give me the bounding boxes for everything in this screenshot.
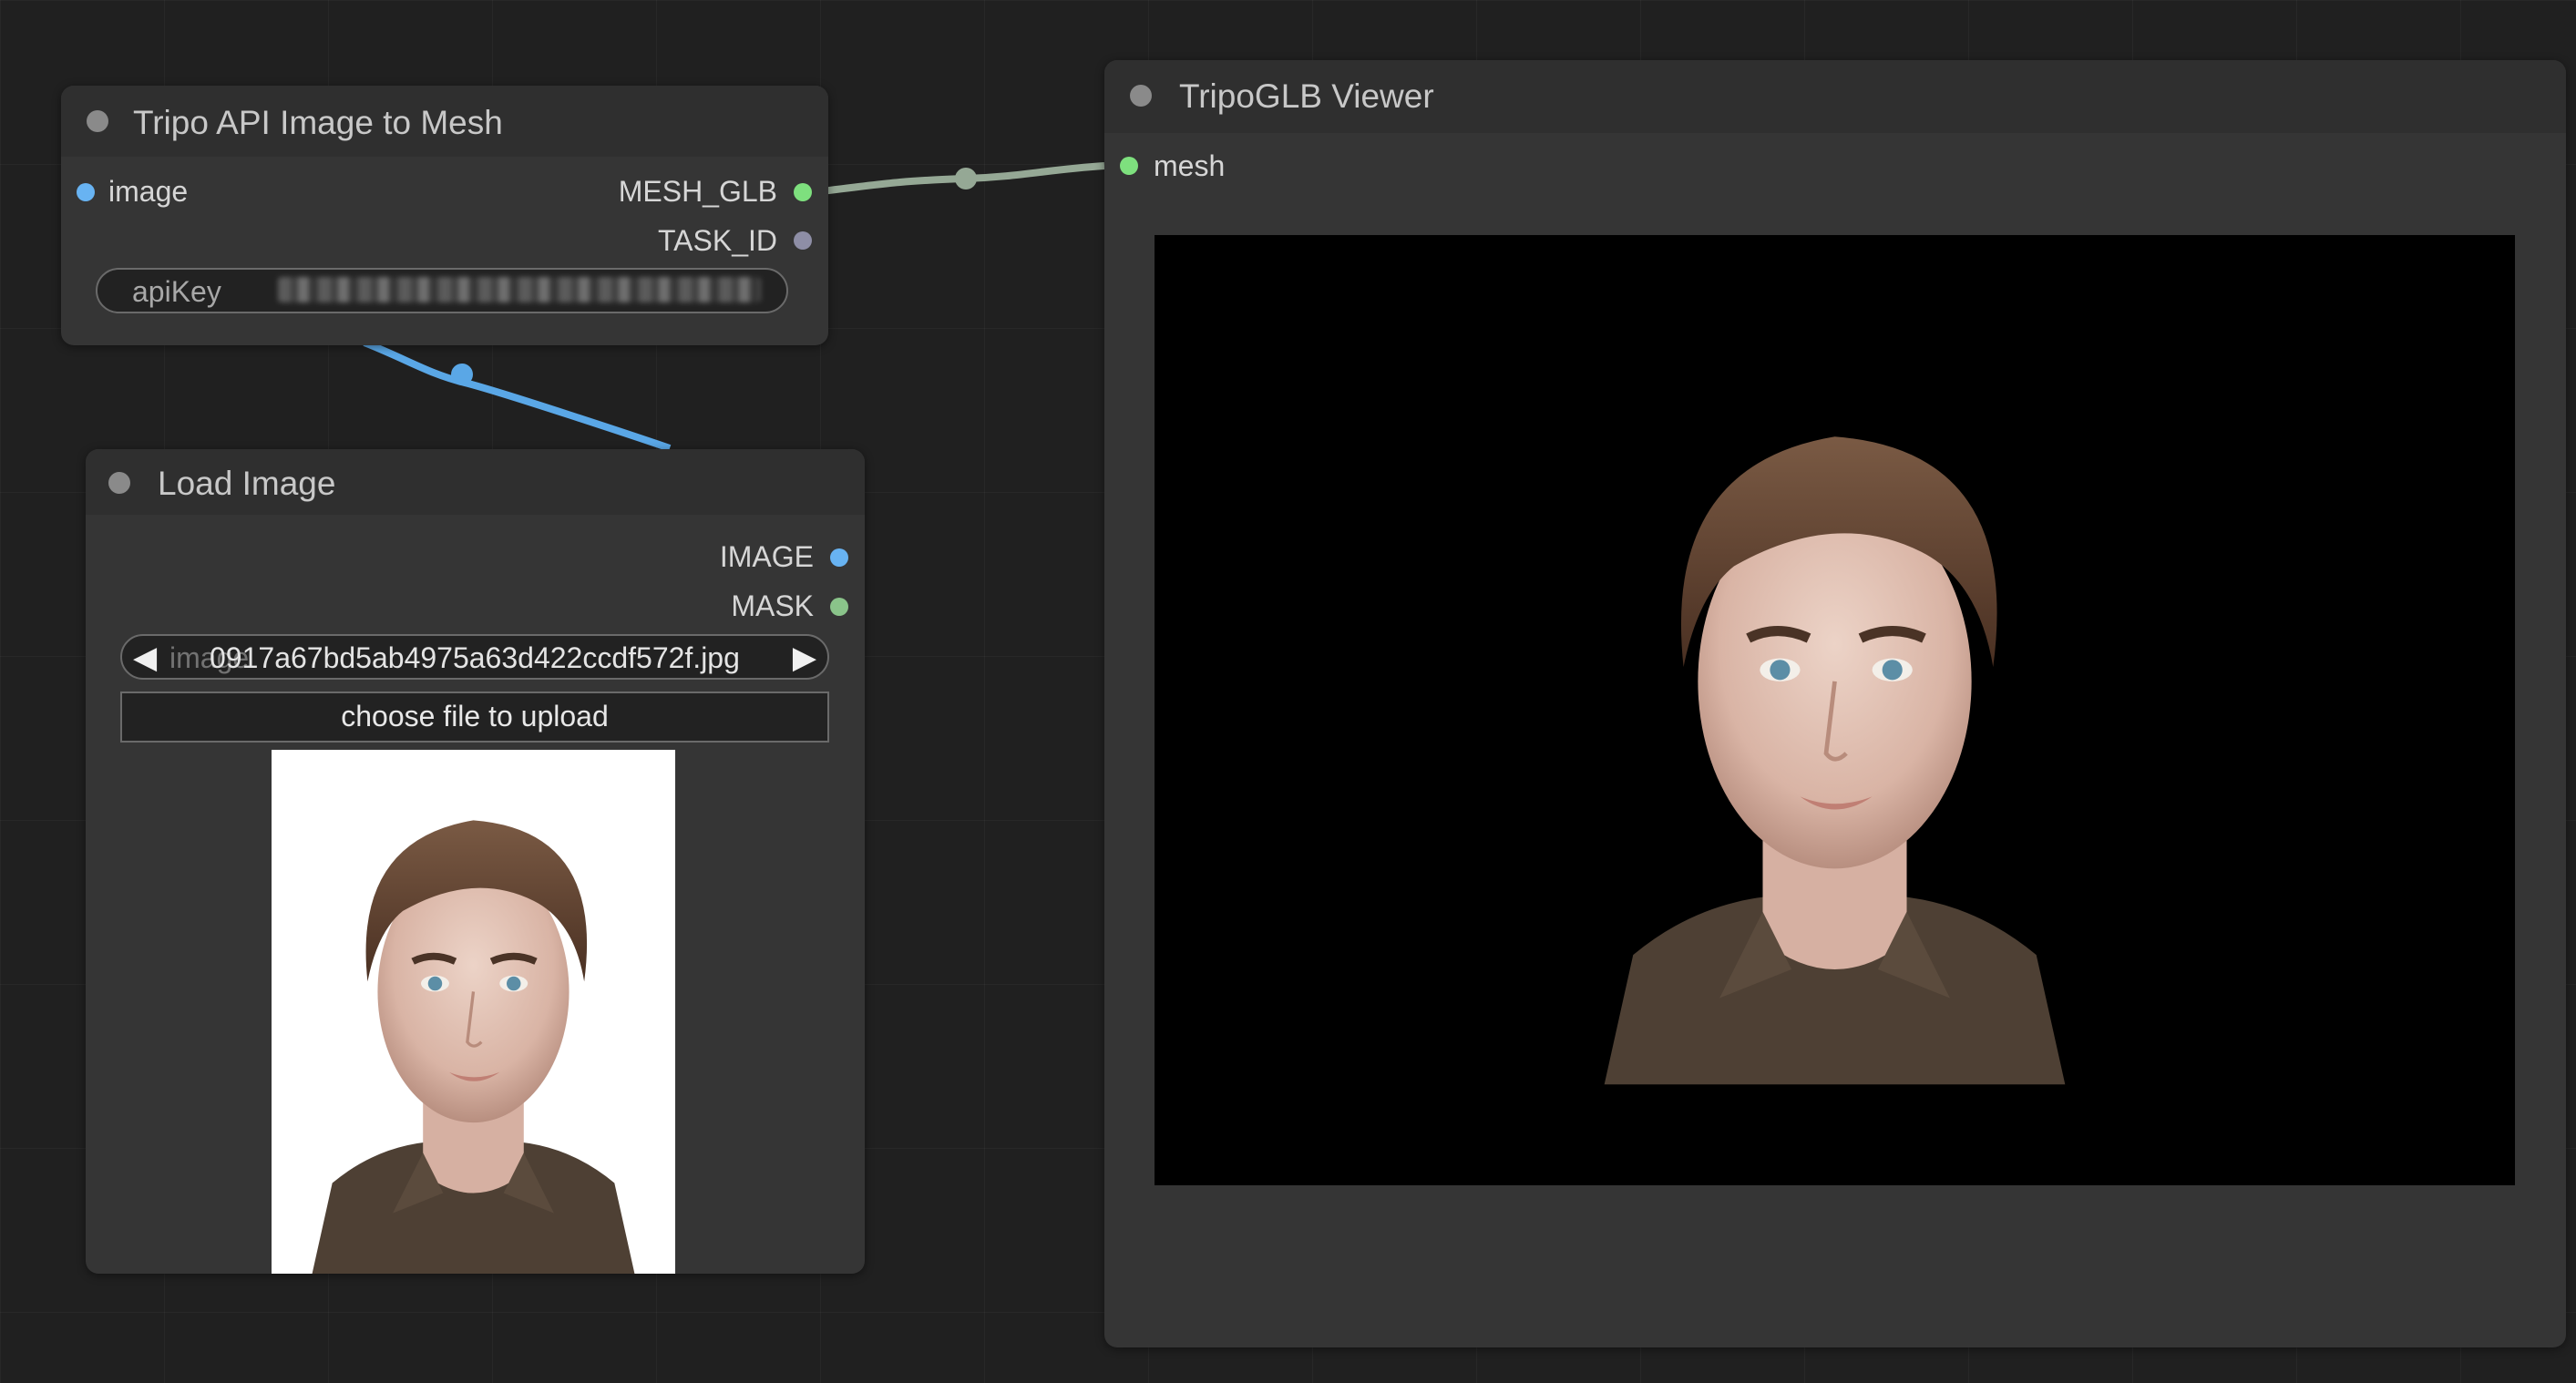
node-title: TripoGLB Viewer (1179, 77, 1434, 115)
image-input-label: image (108, 175, 189, 208)
next-arrow-icon[interactable]: ▶ (793, 640, 816, 676)
collapse-dot-icon[interactable] (108, 472, 130, 494)
task-id-output-label: TASK_ID (658, 224, 777, 257)
api-key-label: apiKey (132, 275, 221, 308)
image-link-midpoint[interactable] (451, 364, 473, 385)
image-output-slot-icon[interactable] (830, 548, 848, 567)
upload-button[interactable]: choose file to upload (120, 692, 829, 743)
node-title: Tripo API Image to Mesh (133, 104, 503, 141)
node-title: Load Image (158, 465, 336, 502)
api-key-field[interactable]: apiKey (96, 268, 788, 313)
rendered-mesh (1155, 235, 2515, 1185)
collapse-dot-icon[interactable] (1130, 85, 1152, 107)
image-link (363, 339, 672, 452)
task-id-output-slot-icon[interactable] (794, 231, 812, 250)
node-title-bar[interactable]: TripoGLB Viewer (1104, 60, 2566, 133)
portrait-image (272, 750, 675, 1274)
image-combo-value: 0917a67bd5ab4975a63d422ccdf572f.jpg (210, 641, 740, 674)
glb-3d-viewport[interactable] (1155, 235, 2515, 1185)
mask-output-label: MASK (731, 589, 814, 622)
image-preview (272, 750, 675, 1274)
image-select-combo[interactable]: ◀ image 0917a67bd5ab4975a63d422ccdf572f.… (120, 634, 829, 680)
load-image-node[interactable]: Load Image IMAGE MASK ◀ image 0917a67bd5… (86, 449, 865, 1274)
image-output-label: IMAGE (719, 540, 814, 573)
node-title-bar[interactable]: Tripo API Image to Mesh (61, 86, 828, 157)
mesh-input-slot-icon[interactable] (1120, 157, 1138, 175)
collapse-dot-icon[interactable] (87, 110, 108, 132)
mask-output-slot-icon[interactable] (830, 598, 848, 616)
mesh-link-midpoint[interactable] (955, 168, 977, 190)
node-title-bar[interactable]: Load Image (86, 449, 865, 515)
prev-arrow-icon[interactable]: ◀ (133, 640, 157, 676)
mesh-glb-output-slot-icon[interactable] (794, 183, 812, 201)
mesh-input-label: mesh (1154, 149, 1226, 182)
tripo-glb-viewer-node[interactable]: TripoGLB Viewer mesh (1104, 60, 2566, 1347)
image-input-slot-icon[interactable] (77, 183, 95, 201)
tripo-api-node[interactable]: Tripo API Image to Mesh image MESH_GLB T… (61, 86, 828, 345)
api-key-redacted-value (278, 277, 761, 302)
mesh-glb-output-label: MESH_GLB (618, 175, 777, 208)
